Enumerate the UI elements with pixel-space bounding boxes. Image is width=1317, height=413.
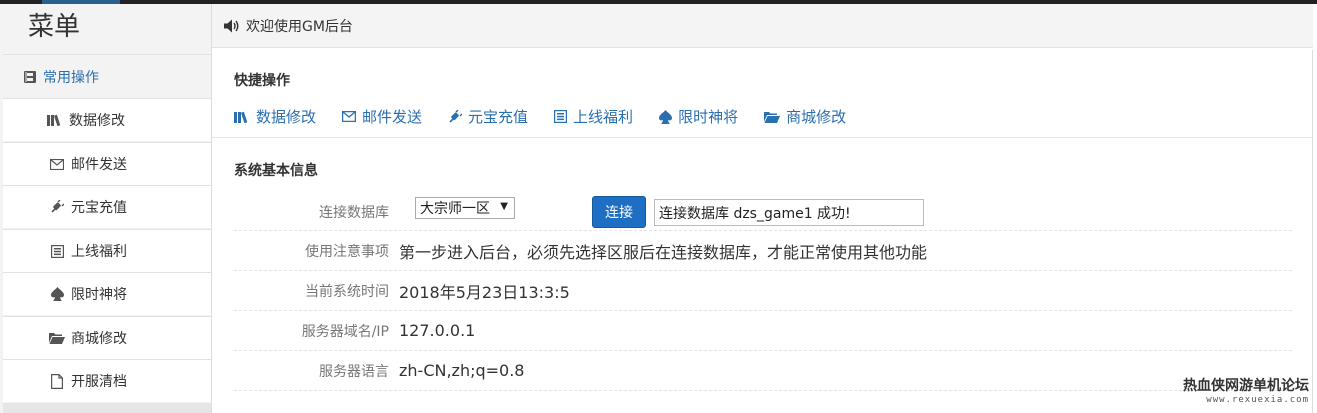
quick-link-data-edit[interactable]: 数据修改 (234, 106, 316, 127)
watermark-url: www.rexuexia.com (1206, 395, 1309, 405)
system-info-panel: 系统基本信息 连接数据库 大宗师一区 ▼ 连接 使用注意事项 第一步进入后台，必… (212, 138, 1313, 413)
sidebar-bottom-strip (3, 403, 211, 413)
sidebar-item-label: 开服清档 (71, 374, 127, 390)
sidebar: 菜单 常用操作 数据修改 邮件发送 元宝充值 上线福利 限时神将 商城修改 开服… (0, 4, 212, 413)
watermark-title: 热血侠网游单机论坛 (1183, 378, 1309, 394)
server-host-row: 服务器域名/IP 127.0.0.1 (234, 311, 1292, 351)
spade-icon (49, 286, 65, 302)
sidebar-item-server-reset[interactable]: 开服清档 (3, 359, 211, 402)
sidebar-item-label: 元宝充值 (71, 200, 127, 216)
envelope-icon (49, 156, 65, 172)
server-language-value: zh-CN,zh;q=0.8 (399, 361, 525, 380)
books-icon (234, 111, 250, 123)
folder-open-icon (49, 330, 65, 346)
db-connect-label: 连接数据库 (319, 204, 389, 221)
sidebar-item-label: 数据修改 (69, 113, 125, 129)
sidebar-item-label: 商城修改 (71, 331, 127, 347)
connect-button[interactable]: 连接 (592, 196, 646, 228)
welcome-text: 欢迎使用GM后台 (246, 18, 353, 35)
quick-links: 数据修改 邮件发送 元宝充值 上线福利 限时神将 商城修改 (234, 106, 872, 127)
spade-icon (659, 109, 673, 124)
quick-actions-panel: 快捷操作 数据修改 邮件发送 元宝充值 上线福利 限时神将 商城修改 (212, 50, 1313, 138)
system-time-row: 当前系统时间 2018年5月23日13:3:5 (234, 271, 1292, 311)
sidebar-item-limited-general[interactable]: 限时神将 (3, 272, 211, 315)
quick-link-limited-general[interactable]: 限时神将 (659, 106, 738, 127)
folder-open-icon (764, 111, 781, 123)
plug-icon (49, 199, 65, 215)
quick-link-recharge[interactable]: 元宝充值 (448, 106, 528, 127)
server-language-label: 服务器语言 (319, 363, 389, 380)
sidebar-item-label: 限时神将 (71, 287, 127, 303)
notice-row: 使用注意事项 第一步进入后台，必须先选择区服后在连接数据库，才能正常使用其他功能 (234, 231, 1292, 271)
envelope-icon (342, 111, 357, 122)
quick-link-label: 上线福利 (573, 108, 634, 126)
server-select[interactable]: 大宗师一区 ▼ (415, 197, 515, 219)
book-icon (23, 70, 37, 84)
sidebar-item-label: 上线福利 (71, 244, 127, 260)
quick-link-mail-send[interactable]: 邮件发送 (342, 106, 422, 127)
server-language-row: 服务器语言 zh-CN,zh;q=0.8 (234, 351, 1292, 391)
system-time-label: 当前系统时间 (305, 283, 389, 300)
server-host-label: 服务器域名/IP (301, 323, 389, 340)
quick-actions-title: 快捷操作 (234, 73, 290, 89)
notice-label: 使用注意事项 (305, 243, 389, 260)
system-info-title: 系统基本信息 (234, 163, 318, 179)
sidebar-item-shop-edit[interactable]: 商城修改 (3, 316, 211, 359)
quick-link-label: 数据修改 (256, 108, 317, 126)
chevron-down-icon: ▼ (500, 201, 508, 212)
welcome-bar: 欢迎使用GM后台 (212, 4, 1313, 48)
main-content: 欢迎使用GM后台 快捷操作 数据修改 邮件发送 元宝充值 上线福利 限时神将 商… (212, 4, 1317, 413)
file-icon (49, 373, 65, 389)
server-select-value: 大宗师一区 (420, 201, 490, 217)
sidebar-item-mail-send[interactable]: 邮件发送 (3, 142, 211, 185)
sidebar-item-recharge[interactable]: 元宝充值 (3, 185, 211, 228)
quick-link-label: 限时神将 (678, 108, 739, 126)
system-time-value: 2018年5月23日13:3:5 (399, 282, 570, 302)
quick-link-online-bonus[interactable]: 上线福利 (554, 106, 633, 127)
site-watermark: 热血侠网游单机论坛 www.rexuexia.com (1183, 375, 1309, 405)
quick-link-label: 元宝充值 (468, 108, 529, 126)
books-icon (47, 112, 63, 128)
quick-link-shop-edit[interactable]: 商城修改 (764, 106, 846, 127)
sidebar-item-label: 邮件发送 (71, 157, 127, 173)
quick-link-label: 商城修改 (786, 108, 847, 126)
connect-result-field[interactable] (654, 199, 924, 226)
sidebar-item-data-edit[interactable]: 数据修改 (3, 98, 211, 141)
sidebar-title: 菜单 (0, 4, 211, 50)
list-box-icon (49, 243, 65, 259)
sidebar-section-label: 常用操作 (43, 69, 99, 86)
sidebar-item-online-bonus[interactable]: 上线福利 (3, 229, 211, 272)
sidebar-section-common[interactable]: 常用操作 (3, 54, 211, 98)
server-host-value: 127.0.0.1 (399, 321, 476, 340)
quick-link-label: 邮件发送 (362, 108, 423, 126)
notice-value: 第一步进入后台，必须先选择区服后在连接数据库，才能正常使用其他功能 (399, 242, 928, 262)
volume-icon (224, 19, 240, 33)
list-box-icon (554, 110, 568, 123)
plug-icon (448, 109, 463, 124)
